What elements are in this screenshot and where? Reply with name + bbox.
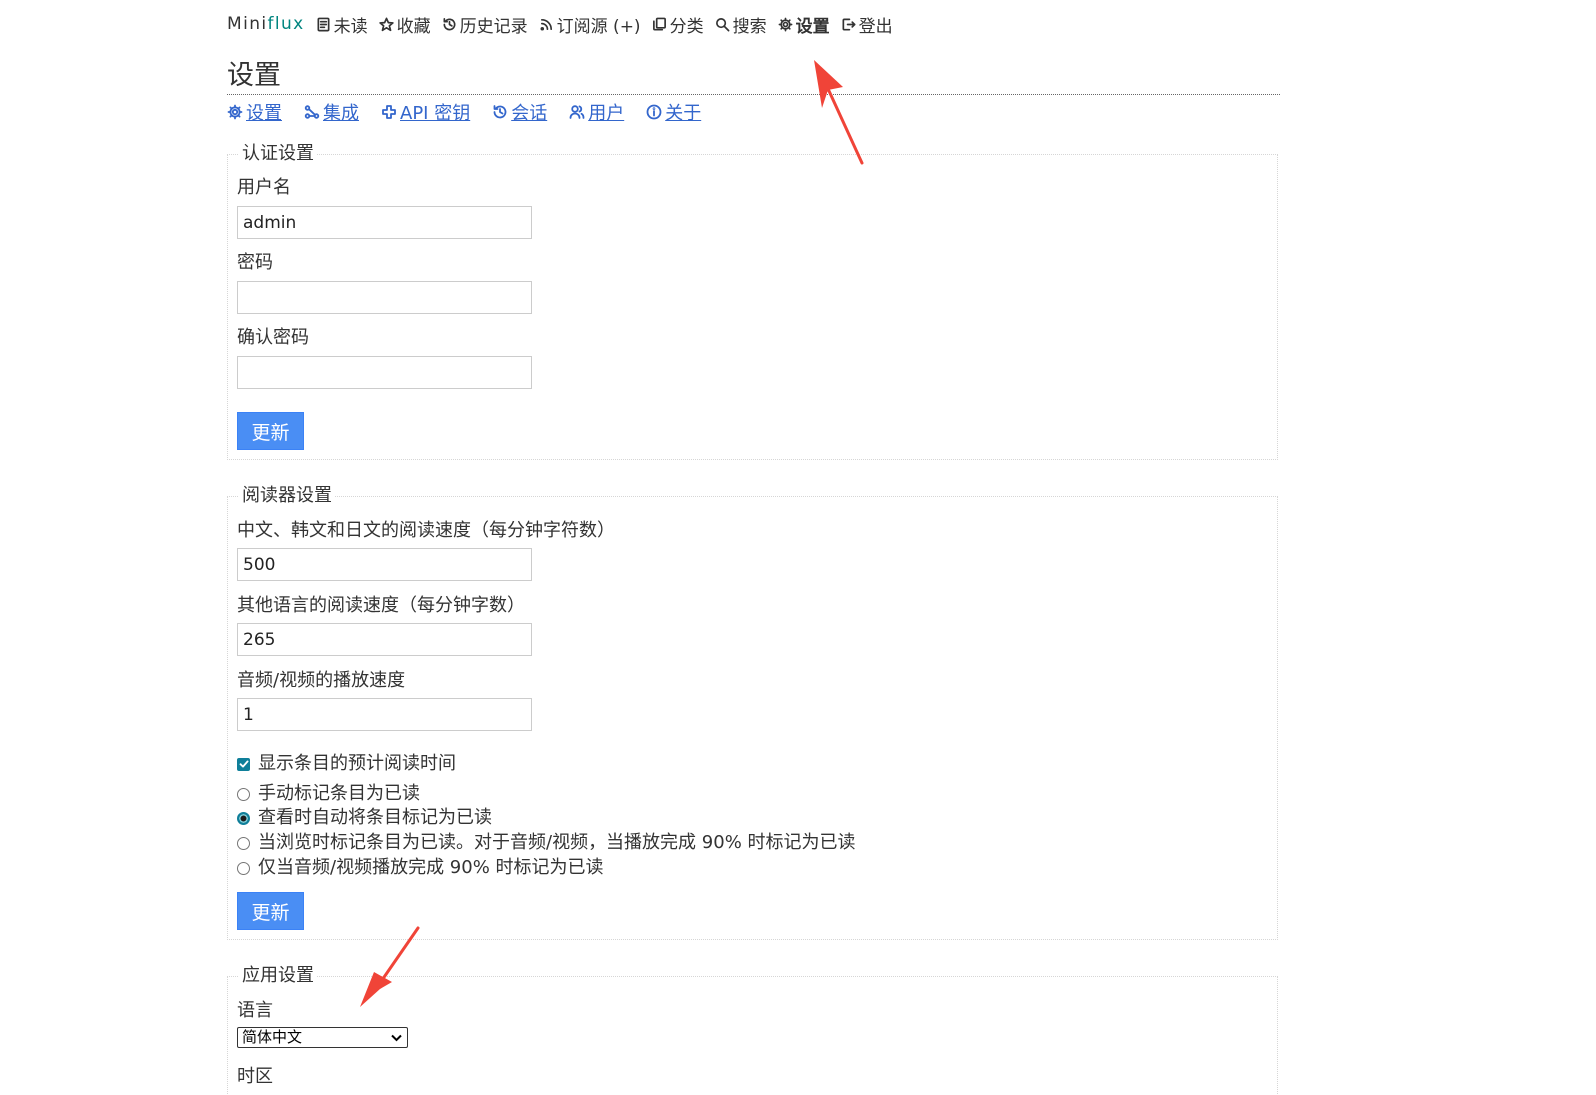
page-title: 设置 xyxy=(227,60,281,91)
unread-icon xyxy=(317,17,330,31)
title-divider xyxy=(227,94,1280,95)
nav-item-label: 历史记录 xyxy=(459,16,528,37)
confirm-password-label: 确认密码 xyxy=(237,327,309,348)
mark-read-manual-label: 手动标记条目为已读 xyxy=(258,783,420,804)
mark-read-on-view-label: 查看时自动将条目标记为已读 xyxy=(258,807,492,828)
tab-label: API 密钥 xyxy=(400,103,471,124)
nav-item-logout[interactable]: 登出 xyxy=(841,12,893,37)
mark-read-media-only-label: 仅当音频/视频播放完成 90% 时标记为已读 xyxy=(258,857,604,878)
mark-read-option-on-view[interactable]: 查看时自动将条目标记为已读 xyxy=(237,807,492,829)
auth-settings-fieldset: 认证设置 用户名 密码 确认密码 更新 xyxy=(227,143,1278,460)
language-label: 语言 xyxy=(237,1000,273,1021)
username-label: 用户名 xyxy=(237,177,291,198)
star-icon xyxy=(378,17,394,31)
mark-read-option-on-scroll[interactable]: 当浏览时标记条目为已读。对于音频/视频，当播放完成 90% 时标记为已读 xyxy=(237,832,856,854)
other-reading-speed-label: 其他语言的阅读速度（每分钟字数） xyxy=(237,595,525,616)
tab-label: 会话 xyxy=(511,103,548,124)
nav-item-label: 收藏 xyxy=(396,16,431,37)
tab-about[interactable]: 关于 xyxy=(646,99,701,125)
show-reading-time-label: 显示条目的预计阅读时间 xyxy=(258,753,456,774)
nav-item-label: 分类 xyxy=(669,16,704,37)
nav-item-settings[interactable]: 设置 xyxy=(778,12,830,37)
top-navigation: Miniflux 未读 收藏 历史记录 订阅源 (+) 分类 搜索 设置 登出 xyxy=(227,11,904,37)
logo-prefix: Mini xyxy=(227,14,268,34)
mark-read-media-only-radio[interactable] xyxy=(237,861,250,875)
nav-item-label: 设置 xyxy=(795,16,830,37)
tab-settings[interactable]: 设置 xyxy=(227,99,282,125)
tab-label: 设置 xyxy=(246,103,282,124)
show-reading-time-option[interactable]: 显示条目的预计阅读时间 xyxy=(237,753,456,775)
nav-item-search[interactable]: 搜索 xyxy=(715,12,767,37)
tab-label: 用户 xyxy=(588,103,625,124)
nav-item-label: 订阅源 (+) xyxy=(556,16,641,37)
mark-read-option-manual[interactable]: 手动标记条目为已读 xyxy=(237,783,420,805)
gear-icon xyxy=(778,17,793,31)
nav-item-categories[interactable]: 分类 xyxy=(652,12,704,37)
session-icon xyxy=(493,105,507,119)
other-reading-speed-input[interactable] xyxy=(237,623,532,656)
chevron-down-icon xyxy=(391,1034,402,1042)
nav-item-history[interactable]: 历史记录 xyxy=(442,12,528,37)
mark-read-manual-radio[interactable] xyxy=(237,787,250,801)
mark-read-on-view-radio[interactable] xyxy=(237,811,250,825)
nav-item-starred[interactable]: 收藏 xyxy=(378,12,431,37)
reader-settings-fieldset: 阅读器设置 中文、韩文和日文的阅读速度（每分钟字符数） 其他语言的阅读速度（每分… xyxy=(227,485,1278,940)
users-icon xyxy=(569,105,585,119)
language-selected-value: 简体中文 xyxy=(242,1028,303,1046)
timezone-label: 时区 xyxy=(237,1066,273,1087)
settings-tabs: 设置 集成 API 密钥 会话 用户 关于 xyxy=(227,99,723,125)
mark-read-option-media-only[interactable]: 仅当音频/视频播放完成 90% 时标记为已读 xyxy=(237,857,604,879)
tab-label: 集成 xyxy=(323,103,359,124)
mark-read-on-scroll-radio[interactable] xyxy=(237,836,250,850)
info-icon xyxy=(646,104,662,120)
language-select[interactable]: 简体中文 xyxy=(237,1027,408,1048)
media-playback-speed-input[interactable] xyxy=(237,698,532,731)
search-icon xyxy=(715,17,730,31)
tab-label: 关于 xyxy=(665,103,702,124)
integration-icon xyxy=(304,105,320,119)
nav-item-feeds[interactable]: 订阅源 (+) xyxy=(539,12,641,37)
logo-suffix: flux xyxy=(267,14,305,34)
auth-settings-legend: 认证设置 xyxy=(239,143,317,165)
tab-users[interactable]: 用户 xyxy=(569,99,624,125)
nav-item-label: 登出 xyxy=(858,16,893,37)
app-logo[interactable]: Miniflux xyxy=(227,14,305,34)
show-reading-time-checkbox[interactable] xyxy=(237,757,250,771)
confirm-password-input[interactable] xyxy=(237,356,532,389)
media-playback-speed-label: 音频/视频的播放速度 xyxy=(237,670,406,691)
history-icon xyxy=(443,17,456,30)
rss-icon xyxy=(540,18,552,30)
nav-item-label: 未读 xyxy=(333,16,368,37)
api-key-icon xyxy=(382,105,396,119)
cjk-reading-speed-label: 中文、韩文和日文的阅读速度（每分钟字符数） xyxy=(237,520,615,541)
app-settings-legend: 应用设置 xyxy=(239,965,317,987)
tab-integrations[interactable]: 集成 xyxy=(304,99,359,125)
tab-sessions[interactable]: 会话 xyxy=(492,99,547,125)
password-input[interactable] xyxy=(237,281,532,314)
reader-settings-legend: 阅读器设置 xyxy=(239,485,335,507)
username-input[interactable] xyxy=(237,206,532,239)
auth-update-button[interactable]: 更新 xyxy=(237,412,304,450)
cjk-reading-speed-input[interactable] xyxy=(237,548,532,581)
checkmark-icon xyxy=(239,760,249,768)
mark-read-on-scroll-label: 当浏览时标记条目为已读。对于音频/视频，当播放完成 90% 时标记为已读 xyxy=(258,832,856,853)
nav-item-unread[interactable]: 未读 xyxy=(316,12,368,37)
password-label: 密码 xyxy=(237,252,273,273)
logout-icon xyxy=(842,18,856,30)
gear-icon xyxy=(227,104,243,120)
tab-api-keys[interactable]: API 密钥 xyxy=(381,99,470,125)
reader-update-button[interactable]: 更新 xyxy=(237,892,304,930)
app-settings-fieldset: 应用设置 语言 简体中文 时区 xyxy=(227,965,1278,1095)
nav-item-label: 搜索 xyxy=(732,16,767,37)
categories-icon xyxy=(652,17,666,30)
